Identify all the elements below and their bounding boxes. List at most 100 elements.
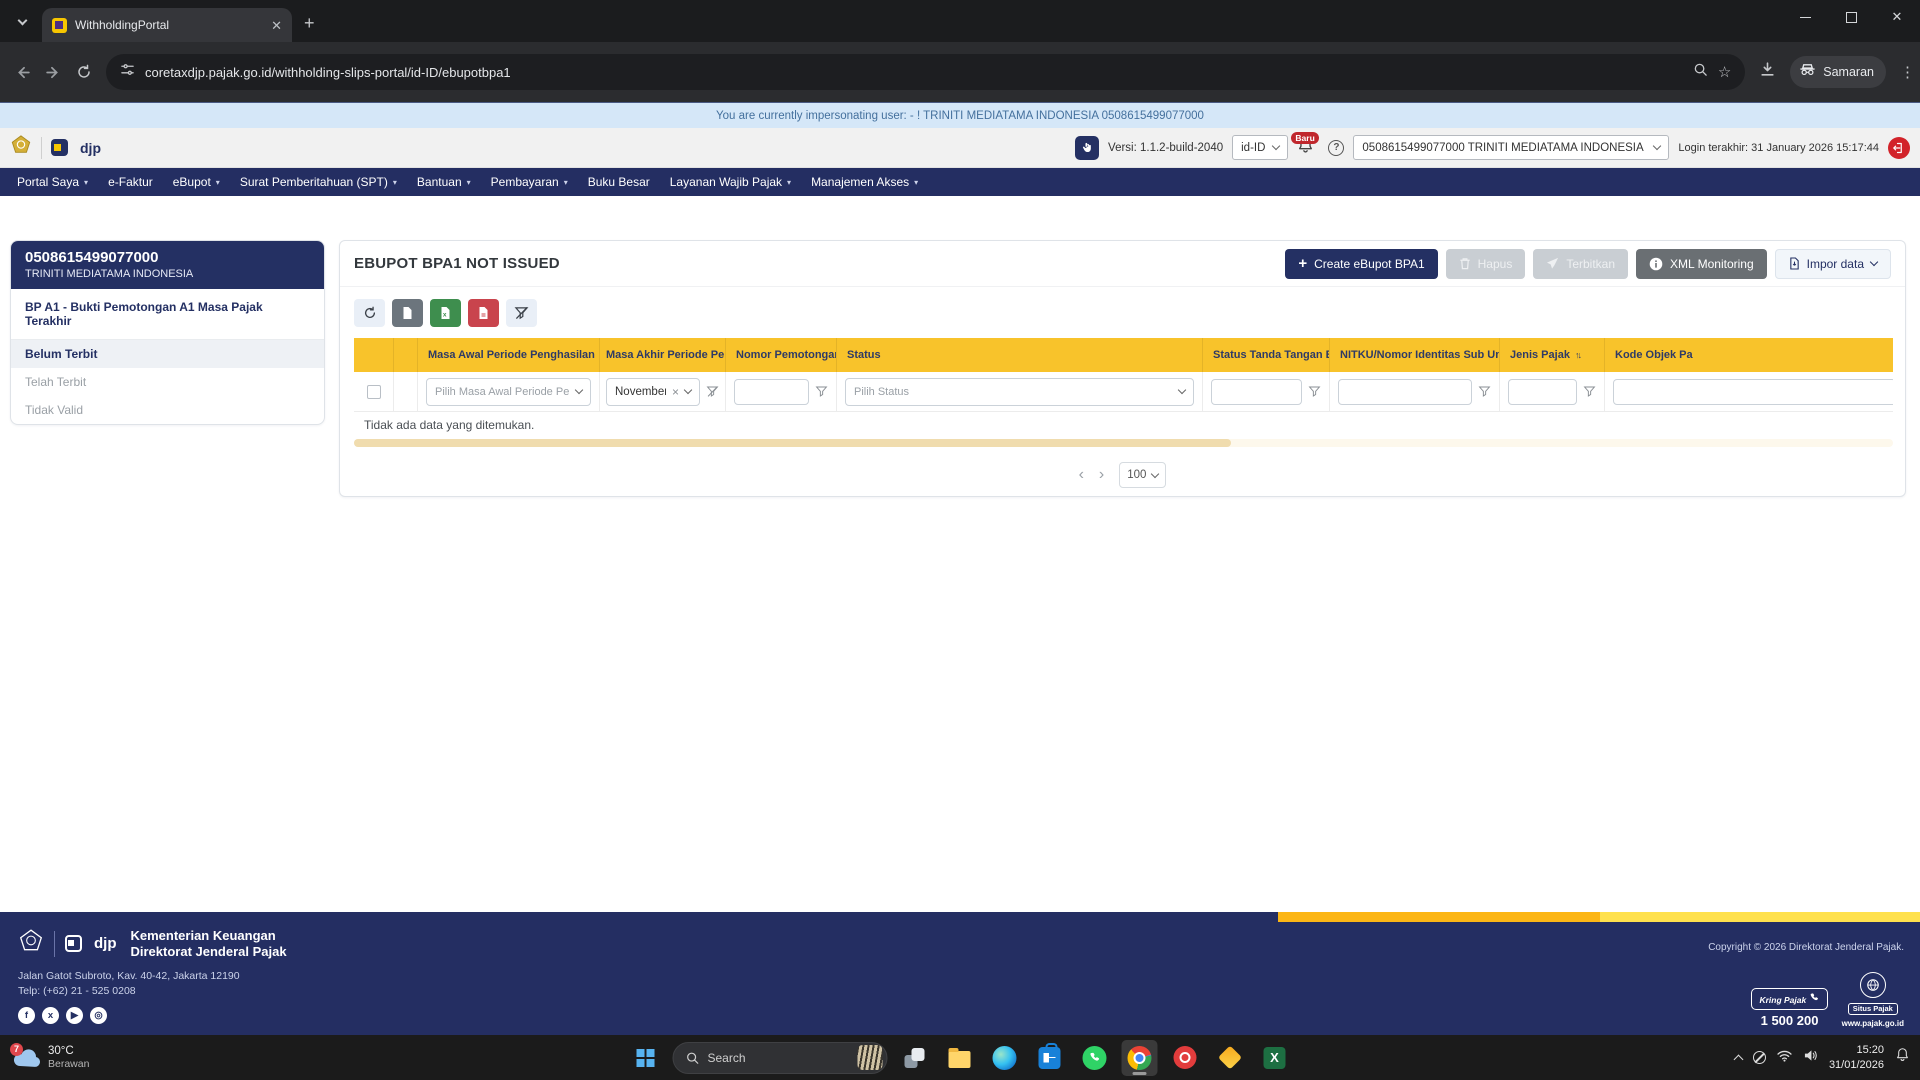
address-bar[interactable]: coretaxdjp.pajak.go.id/withholding-slips… [106, 54, 1746, 90]
whatsapp-button[interactable] [1077, 1040, 1113, 1076]
reload-button[interactable] [76, 64, 92, 80]
facebook-icon[interactable]: f [18, 1007, 35, 1024]
nav-portal-saya[interactable]: Portal Saya ▾ [8, 168, 97, 196]
filter-status-ttd-input[interactable] [1211, 378, 1302, 405]
nav-pembayaran[interactable]: Pembayaran ▾ [482, 168, 577, 196]
browser-menu-icon[interactable]: ⋮ [1900, 65, 1915, 80]
header-masa-akhir[interactable]: Masa Akhir Periode Penghasilan... [600, 338, 726, 372]
sidebar-item-tidak-valid[interactable]: Tidak Valid [11, 396, 324, 424]
help-icon[interactable]: ? [1328, 139, 1345, 156]
filter-icon[interactable] [815, 385, 828, 398]
export-pdf-button[interactable] [468, 299, 499, 327]
microsoft-store-button[interactable] [1032, 1040, 1068, 1076]
filter-icon[interactable] [1308, 385, 1321, 398]
filter-off-icon[interactable] [706, 385, 719, 398]
browser-profile-chip[interactable]: Samaran [1790, 56, 1886, 88]
previous-page-button[interactable]: ‹ [1079, 467, 1084, 483]
import-data-button[interactable]: Impor data [1774, 248, 1891, 279]
sort-icon[interactable]: ↑↓ [1575, 350, 1582, 360]
select-all-checkbox[interactable] [366, 384, 381, 399]
filter-masa-awal-select[interactable]: Pilih Masa Awal Periode Penghasilan [426, 377, 591, 406]
filter-status-select[interactable]: Pilih Status [845, 377, 1194, 406]
scrollbar-thumb[interactable] [354, 439, 1232, 447]
filter-icon[interactable] [1478, 385, 1491, 398]
taskbar-clock[interactable]: 15:20 31/01/2026 [1829, 1043, 1884, 1072]
tab-search-button[interactable] [8, 8, 36, 36]
nav-spt[interactable]: Surat Pemberitahuan (SPT) ▾ [231, 168, 406, 196]
sidebar-item-belum-terbit[interactable]: Belum Terbit [11, 340, 324, 368]
clear-icon[interactable]: × [672, 385, 679, 399]
forward-button[interactable] [45, 64, 62, 81]
do-not-disturb-icon[interactable] [1752, 1051, 1766, 1064]
browser-tab[interactable]: WithholdingPortal ✕ [42, 8, 292, 42]
start-button[interactable] [628, 1040, 664, 1076]
window-close-button[interactable]: ✕ [1874, 0, 1920, 34]
back-button[interactable] [14, 64, 31, 81]
logout-button[interactable] [1888, 136, 1910, 159]
weather-widget[interactable]: 7 30°C Berawan [0, 1042, 89, 1072]
clear-filter-button[interactable] [506, 299, 537, 327]
delete-button[interactable]: Hapus [1445, 248, 1526, 279]
app-nav: Portal Saya ▾ e-Faktur eBupot ▾ Surat Pemb… [0, 168, 1920, 196]
nav-layanan-wajib-pajak[interactable]: Layanan Wajib Pajak ▾ [661, 168, 800, 196]
filter-icon[interactable] [1583, 385, 1596, 398]
export-excel-button[interactable]: x [430, 299, 461, 327]
publish-button[interactable]: Terbitkan [1533, 248, 1629, 279]
header-masa-awal[interactable]: Masa Awal Periode Penghasilan↑↓ [418, 338, 600, 372]
accessibility-icon[interactable] [1075, 135, 1100, 160]
nav-e-faktur[interactable]: e-Faktur [99, 168, 162, 196]
volume-icon[interactable] [1803, 1049, 1818, 1067]
red-app-button[interactable] [1167, 1040, 1203, 1076]
notifications-button[interactable]: Baru [1291, 131, 1319, 160]
filter-nitku-input[interactable] [1338, 378, 1472, 405]
create-ebupot-button[interactable]: + Create eBupot BPA1 [1285, 248, 1438, 279]
horizontal-scrollbar[interactable] [354, 439, 1893, 447]
filter-nomor-input[interactable] [734, 378, 809, 405]
header-nomor-pemotongan[interactable]: Nomor Pemotongan↑↓ [726, 338, 837, 372]
sidebar-item-telah-terbit[interactable]: Telah Terbit [11, 368, 324, 396]
header-jenis-pajak[interactable]: Jenis Pajak ↑↓ [1500, 338, 1605, 372]
excel-button[interactable]: X [1257, 1040, 1293, 1076]
filter-masa-akhir-select[interactable]: November 2025 × [606, 377, 700, 406]
nav-manajemen-akses[interactable]: Manajemen Akses ▾ [802, 168, 927, 196]
tray-expand-icon[interactable] [1733, 1054, 1744, 1065]
next-page-button[interactable]: › [1099, 467, 1104, 483]
filter-kode-objek-input[interactable] [1613, 378, 1893, 405]
site-settings-icon[interactable] [120, 62, 135, 82]
edge-button[interactable] [987, 1040, 1023, 1076]
taskbar-search[interactable]: Search [672, 1041, 888, 1074]
tab-close-icon[interactable]: ✕ [271, 19, 282, 32]
export-csv-button[interactable] [392, 299, 423, 327]
window-maximize-button[interactable] [1828, 0, 1874, 34]
nav-ebupot[interactable]: eBupot ▾ [164, 168, 229, 196]
file-explorer-button[interactable] [942, 1040, 978, 1076]
page-size-select[interactable]: 100 [1119, 462, 1167, 488]
notification-center-icon[interactable] [1895, 1047, 1910, 1068]
window-minimize-button[interactable] [1782, 0, 1828, 34]
header-nitku[interactable]: NITKU/Nomor Identitas Sub Unit Organisas… [1330, 338, 1500, 372]
zoom-icon[interactable] [1693, 62, 1708, 82]
instagram-icon[interactable]: ◎ [90, 1007, 107, 1024]
orange-app-button[interactable] [1212, 1040, 1248, 1076]
header-status-ttd[interactable]: Status Tanda Tangan Elektronik... [1203, 338, 1330, 372]
account-select[interactable]: 0508615499077000 TRINITI MEDIATAMA INDON… [1353, 135, 1670, 160]
network-icon[interactable] [1777, 1049, 1792, 1067]
chrome-button[interactable] [1121, 1039, 1158, 1076]
downloads-icon[interactable] [1759, 61, 1776, 83]
url-text[interactable]: coretaxdjp.pajak.go.id/withholding-slips… [145, 65, 1683, 80]
locale-select[interactable]: id-ID [1232, 135, 1289, 160]
header-select-all [354, 338, 394, 372]
nav-bantuan[interactable]: Bantuan ▾ [408, 168, 480, 196]
youtube-icon[interactable]: ▶ [66, 1007, 83, 1024]
new-tab-button[interactable]: + [304, 13, 315, 34]
search-highlight-image[interactable] [857, 1045, 883, 1070]
bookmark-star-icon[interactable]: ☆ [1718, 63, 1731, 81]
filter-jenis-pajak-input[interactable] [1508, 378, 1577, 405]
x-twitter-icon[interactable]: x [42, 1007, 59, 1024]
header-status[interactable]: Status [837, 338, 1203, 372]
task-view-button[interactable] [897, 1040, 933, 1076]
xml-monitoring-button[interactable]: XML Monitoring [1636, 248, 1767, 279]
nav-buku-besar[interactable]: Buku Besar [579, 168, 659, 196]
header-kode-objek[interactable]: Kode Objek Pa [1605, 338, 1893, 372]
refresh-button[interactable] [354, 299, 385, 327]
